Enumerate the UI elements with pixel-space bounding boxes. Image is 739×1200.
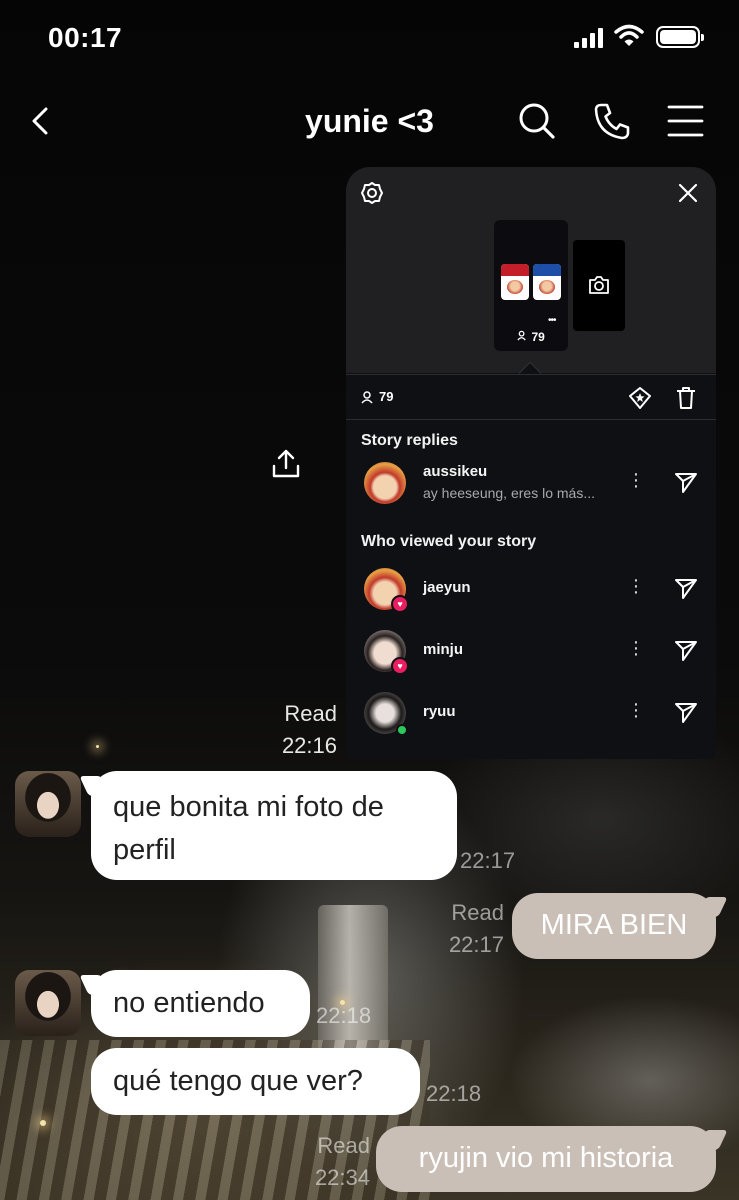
- online-status-dot: [396, 724, 408, 736]
- viewer-row[interactable]: ♥ minju · · ·: [346, 627, 716, 677]
- send-icon[interactable]: [674, 702, 698, 724]
- outgoing-message-bubble[interactable]: MIRA BIEN: [512, 893, 716, 959]
- menu-icon[interactable]: [666, 99, 706, 143]
- viewer-count[interactable]: 79: [361, 389, 393, 404]
- message-time: 22:18: [316, 1003, 372, 1028]
- more-options-icon[interactable]: · · ·: [631, 570, 641, 602]
- cellular-signal-icon: [574, 28, 603, 48]
- incoming-message-bubble[interactable]: no entiendo: [91, 970, 310, 1037]
- viewers-icon: [361, 390, 373, 404]
- more-options-icon[interactable]: · · ·: [631, 632, 641, 664]
- message-text: que bonita mi foto de: [113, 791, 384, 823]
- story-stats-bar: 79: [346, 374, 716, 420]
- battery-icon: [656, 26, 704, 48]
- viewer-count-text: 79: [379, 389, 394, 404]
- read-time: 22:17: [448, 932, 504, 957]
- read-status: Read: [451, 900, 504, 925]
- background-light: [96, 745, 99, 748]
- close-icon[interactable]: [676, 181, 700, 205]
- avatar: [364, 462, 406, 504]
- story-viewers-panel: ••• 79 79 Story replies aussikeu ay hees…: [346, 167, 716, 759]
- status-time: 00:17: [48, 22, 123, 53]
- thumbnail-card: [533, 264, 561, 300]
- story-replies-title: Story replies: [361, 432, 458, 449]
- read-receipt: Read 22:16: [250, 698, 337, 762]
- story-reply-row[interactable]: aussikeu ay heeseung, eres lo más... · · ·: [346, 459, 716, 509]
- message-text: qué tengo que ver?: [113, 1065, 363, 1097]
- viewer-username: jaeyun: [423, 579, 471, 596]
- reply-username: aussikeu: [423, 463, 488, 480]
- more-options-icon[interactable]: · · ·: [631, 464, 641, 496]
- message-time: 22:18: [426, 1081, 482, 1106]
- trash-icon[interactable]: [675, 386, 697, 410]
- thumbnail-viewer-count: 79: [494, 330, 568, 344]
- viewer-username: ryuu: [423, 703, 456, 720]
- read-status: Read: [284, 701, 337, 726]
- background-tower: [318, 905, 388, 1055]
- search-icon[interactable]: [516, 99, 556, 143]
- send-icon[interactable]: [674, 472, 698, 494]
- viewer-username: minju: [423, 641, 463, 658]
- wifi-icon: [614, 24, 644, 46]
- send-icon[interactable]: [674, 578, 698, 600]
- camera-icon: [589, 276, 609, 294]
- outgoing-message-bubble[interactable]: ryujin vio mi historia: [376, 1126, 716, 1192]
- more-options-icon[interactable]: · · ·: [631, 694, 641, 726]
- settings-gear-icon[interactable]: [360, 181, 384, 205]
- read-status: Read: [317, 1133, 370, 1158]
- message-text: ryujin vio mi historia: [418, 1142, 674, 1174]
- incoming-message-bubble[interactable]: qué tengo que ver?: [91, 1048, 420, 1115]
- chat-header: yunie <3: [0, 95, 739, 151]
- incoming-message-bubble[interactable]: que bonita mi foto de perfil: [91, 771, 457, 880]
- thumbnail-card: [501, 264, 529, 300]
- viewers-icon: [517, 330, 526, 341]
- phone-call-icon[interactable]: [592, 99, 632, 143]
- contact-avatar[interactable]: [15, 771, 81, 837]
- viewer-row[interactable]: ♥ jaeyun · · ·: [346, 565, 716, 615]
- message-time: 22:17: [460, 848, 516, 873]
- message-text: no entiendo: [113, 987, 265, 1019]
- reply-text: ay heeseung, eres lo más...: [423, 485, 595, 501]
- read-time: 22:34: [314, 1165, 370, 1190]
- heart-reaction-icon: ♥: [391, 595, 409, 613]
- background-light: [40, 1120, 46, 1126]
- highlight-gem-icon[interactable]: [628, 386, 652, 410]
- share-icon[interactable]: [270, 448, 302, 480]
- read-receipt: Read 22:34: [300, 1130, 370, 1194]
- add-story-button[interactable]: [573, 240, 625, 331]
- heart-reaction-icon: ♥: [391, 657, 409, 675]
- read-receipt: Read 22:17: [440, 897, 504, 961]
- thumbnail-more-icon: •••: [548, 315, 556, 326]
- thumbnail-count-text: 79: [531, 330, 545, 344]
- contact-avatar[interactable]: [15, 970, 81, 1036]
- viewer-row[interactable]: ryuu · · ·: [346, 689, 716, 739]
- message-text: perfil: [113, 834, 176, 866]
- read-time: 22:16: [281, 733, 337, 758]
- story-thumbnail[interactable]: ••• 79: [494, 220, 568, 351]
- send-icon[interactable]: [674, 640, 698, 662]
- status-bar: 00:17: [0, 0, 739, 80]
- story-viewers-title: Who viewed your story: [361, 533, 537, 550]
- message-text: MIRA BIEN: [540, 909, 688, 941]
